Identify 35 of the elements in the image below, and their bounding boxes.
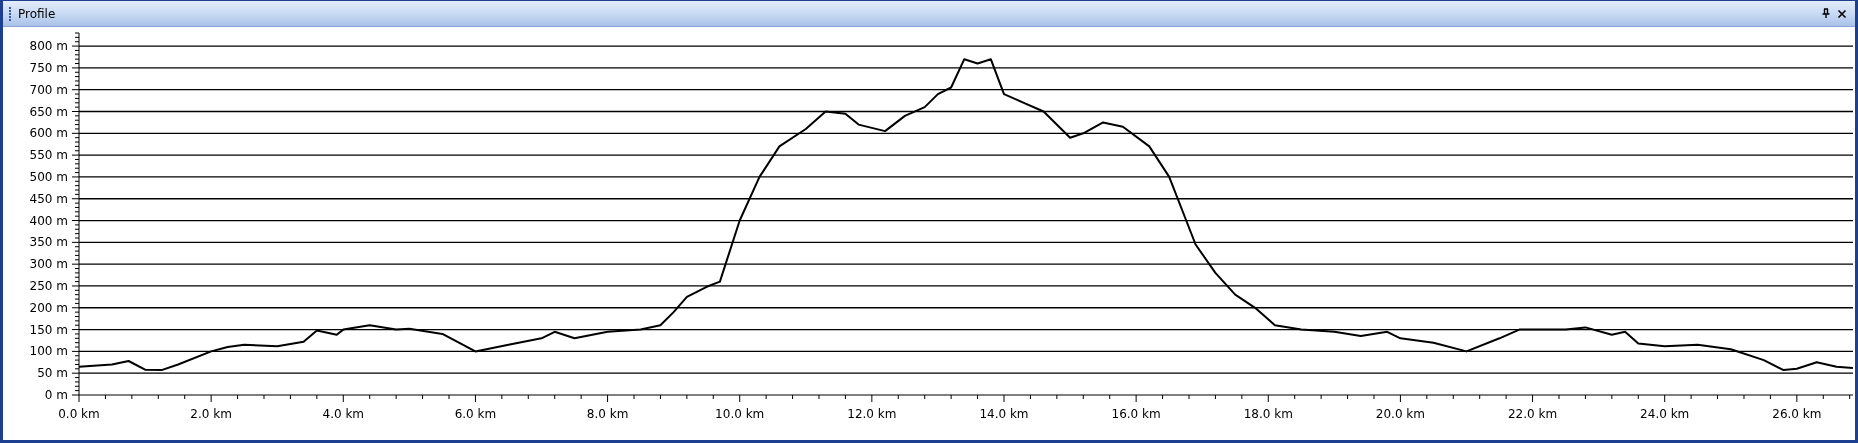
axis-label: 0.0 km [58, 407, 100, 421]
axis-label: 12.0 km [847, 407, 897, 421]
axis-label: 100 m [29, 344, 68, 359]
axis-label: 0 m [44, 388, 68, 402]
axis-label: 500 m [29, 169, 68, 184]
axis-label: 400 m [29, 213, 68, 228]
axis-label: 350 m [29, 235, 68, 250]
window-title: Profile [18, 6, 56, 21]
grip-icon[interactable] [9, 5, 12, 22]
axis-label: 450 m [29, 191, 68, 206]
axis-label: 700 m [29, 82, 68, 97]
axis-label: 750 m [29, 60, 68, 75]
axis-label: 550 m [29, 148, 68, 163]
axis-label: 150 m [29, 322, 68, 337]
axis-label: 4.0 km [322, 407, 365, 421]
axis-label: 200 m [29, 300, 68, 315]
axis-label: 14.0 km [979, 407, 1029, 421]
axis-label: 650 m [29, 104, 68, 119]
axis-label: 2.0 km [190, 407, 232, 421]
pin-icon[interactable] [1821, 8, 1831, 19]
axis-label: 8.0 km [586, 407, 629, 421]
axis-label: 24.0 km [1640, 407, 1690, 421]
axis-label: 600 m [29, 126, 68, 141]
axis-label: 20.0 km [1375, 407, 1425, 421]
axis-label: 250 m [29, 278, 68, 293]
axis-label: 26.0 km [1772, 407, 1822, 421]
axis-label: 300 m [29, 257, 68, 272]
axis-label: 22.0 km [1507, 407, 1558, 421]
axis-label: 6.0 km [454, 407, 497, 421]
axis-label: 16.0 km [1111, 407, 1161, 421]
close-icon[interactable] [1837, 8, 1847, 19]
axis-label: 10.0 km [715, 407, 765, 421]
axis-label: 50 m [37, 366, 68, 381]
axis-label: 18.0 km [1243, 407, 1293, 421]
axis-label: 800 m [29, 39, 68, 54]
